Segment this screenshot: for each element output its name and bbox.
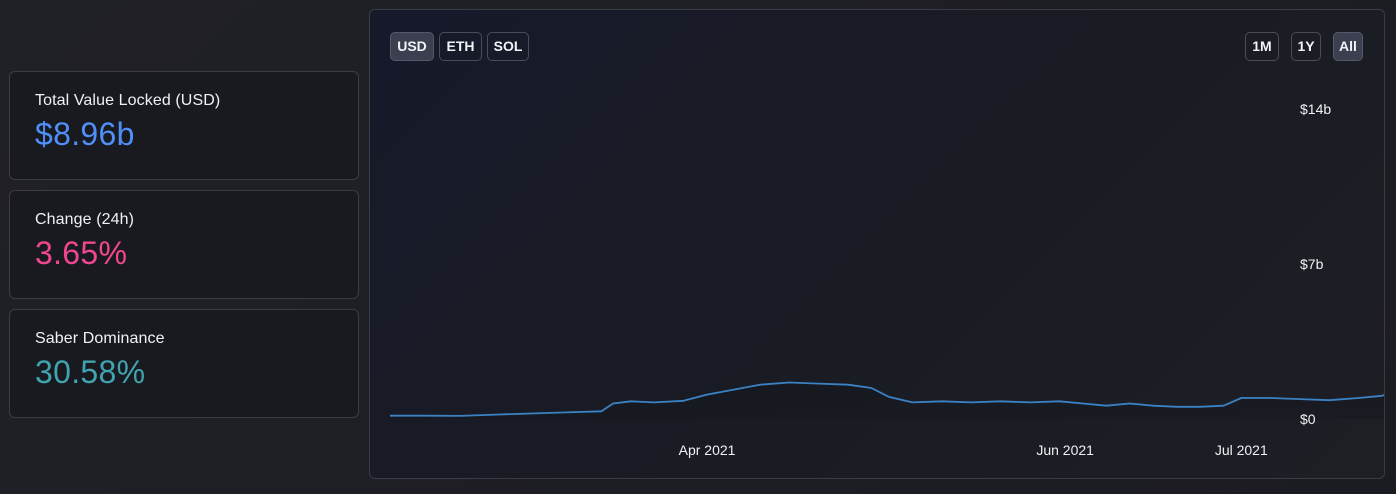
change-value: 3.65% xyxy=(35,235,128,271)
tvl-value: $8.96b xyxy=(35,116,135,152)
tvl-chart: $0$7b$14b Apr 2021Jun 2021Jul 2021Aug 20… xyxy=(390,101,1384,458)
tvl-label: Total Value Locked (USD) xyxy=(35,92,221,109)
x-tick-label: Jun 2021 xyxy=(1036,442,1094,458)
y-tick-label: $7b xyxy=(1300,256,1324,272)
change-label: Change (24h) xyxy=(35,211,135,228)
tvl-area xyxy=(390,382,1384,419)
y-tick-label: $14b xyxy=(1300,101,1331,117)
y-tick-label: $0 xyxy=(1300,411,1316,427)
tvl-line xyxy=(390,381,1384,417)
change-card: Change (24h) 3.65% xyxy=(9,190,359,299)
x-tick-label: Jul 2021 xyxy=(1215,442,1268,458)
x-tick-label: Apr 2021 xyxy=(679,442,736,458)
chart-panel: USD ETH SOL 1M 1Y All $0 $7b $14b Apr 2021… xyxy=(369,9,1385,479)
tvl-card: Total Value Locked (USD) $8.96b xyxy=(9,71,359,180)
dominance-label: Saber Dominance xyxy=(35,330,165,347)
dominance-value: 30.58% xyxy=(35,354,146,390)
dominance-card: Saber Dominance 30.58% xyxy=(9,309,359,418)
